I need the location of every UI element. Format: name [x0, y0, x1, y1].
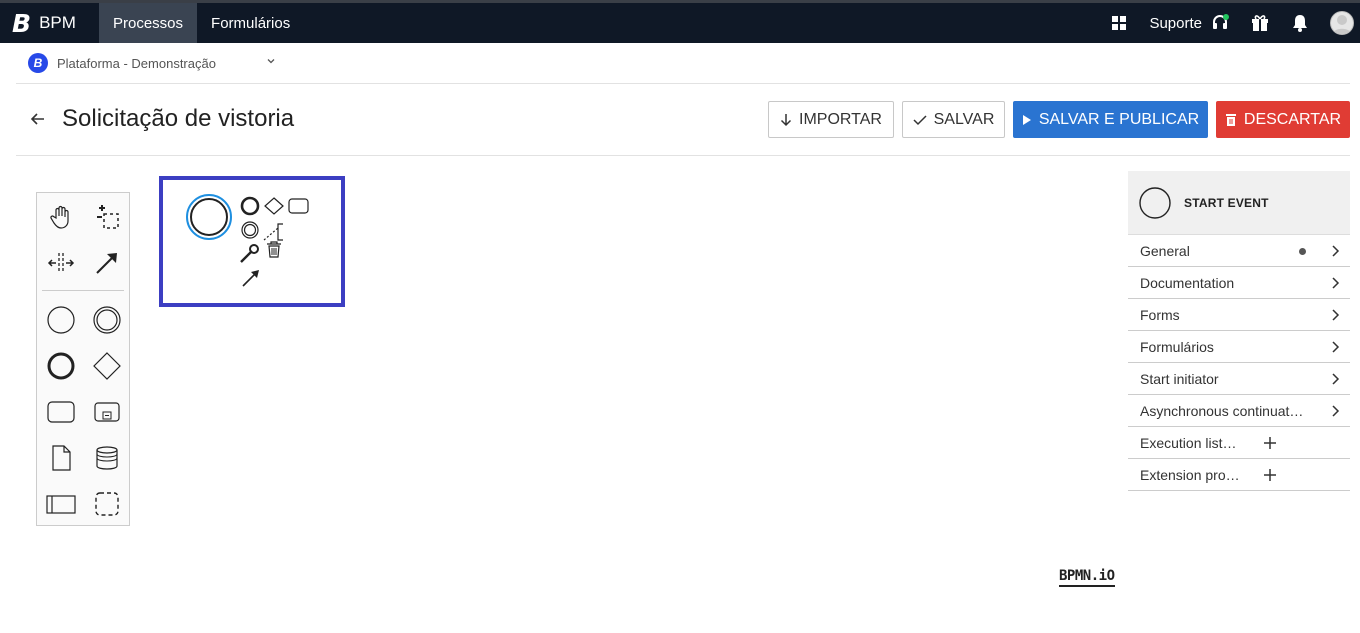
data-indicator-dot: [1299, 248, 1306, 255]
gift-icon[interactable]: [1246, 3, 1274, 43]
context-pad: [186, 194, 309, 287]
end-event-icon[interactable]: [41, 346, 81, 386]
save-label: SALVAR: [933, 110, 995, 128]
palette-separator: [42, 290, 124, 291]
chevron-right-icon: [1332, 309, 1340, 321]
save-button[interactable]: SALVAR: [902, 101, 1005, 138]
group-async-continuations[interactable]: Asynchronous continuat…: [1128, 395, 1350, 427]
brand[interactable]: B BPM: [0, 3, 99, 43]
start-event-icon: [1139, 186, 1171, 219]
group-label: Execution list…: [1140, 434, 1237, 451]
import-button[interactable]: IMPORTAR: [768, 101, 894, 138]
chevron-right-icon: [1332, 373, 1340, 385]
plus-icon[interactable]: [1262, 467, 1278, 483]
group-icon[interactable]: [87, 484, 127, 524]
plus-icon[interactable]: [1262, 435, 1278, 451]
lasso-tool-icon[interactable]: [87, 197, 127, 237]
group-label: Extension pro…: [1140, 466, 1240, 483]
element-type: START EVENT: [1184, 195, 1269, 210]
group-label: Formulários: [1140, 338, 1214, 355]
check-icon: [913, 114, 927, 125]
discard-button[interactable]: DESCARTAR: [1216, 101, 1350, 138]
group-formularios[interactable]: Formulários: [1128, 331, 1350, 363]
group-forms[interactable]: Forms: [1128, 299, 1350, 331]
brand-name: BPM: [39, 13, 76, 32]
start-event-icon[interactable]: [41, 300, 81, 340]
group-documentation[interactable]: Documentation: [1128, 267, 1350, 299]
connect-tool-icon[interactable]: [87, 243, 127, 283]
brand-logo: B: [12, 8, 32, 38]
properties-panel: START EVENT General Documentation Forms …: [1128, 171, 1350, 491]
chevron-right-icon: [1332, 277, 1340, 289]
hand-tool-icon[interactable]: [41, 197, 81, 237]
properties-header: START EVENT: [1128, 171, 1350, 235]
chevron-right-icon: [1332, 341, 1340, 353]
save-publish-label: SALVAR E PUBLICAR: [1038, 110, 1200, 128]
bell-icon[interactable]: [1286, 3, 1314, 43]
group-start-initiator[interactable]: Start initiator: [1128, 363, 1350, 395]
trash-icon: [1225, 114, 1236, 126]
support-link[interactable]: Suporte: [1149, 15, 1202, 32]
chevron-right-icon: [1332, 405, 1340, 417]
page-title: Solicitação de vistoria: [62, 105, 295, 132]
chevron-down-icon[interactable]: [265, 54, 277, 72]
group-label: Documentation: [1140, 274, 1235, 291]
play-icon: [1022, 114, 1031, 125]
platform-logo: B: [28, 53, 48, 73]
pool-icon[interactable]: [41, 484, 81, 524]
discard-label: DESCARTAR: [1243, 110, 1342, 128]
task-icon[interactable]: [41, 392, 81, 432]
nav-formularios[interactable]: Formulários: [197, 3, 304, 43]
import-label: IMPORTAR: [799, 110, 882, 128]
group-label: Asynchronous continuat…: [1140, 402, 1304, 419]
group-general[interactable]: General: [1128, 235, 1350, 267]
back-arrow-icon[interactable]: [28, 109, 48, 129]
arrow-down-icon: [780, 113, 792, 126]
bpmn-palette: [36, 192, 130, 526]
grid-icon[interactable]: [1105, 3, 1133, 43]
data-object-icon[interactable]: [41, 438, 81, 478]
intermediate-event-icon[interactable]: [87, 300, 127, 340]
page-header: Solicitação de vistoria IMPORTAR SALVAR …: [16, 85, 1350, 156]
data-store-icon[interactable]: [87, 438, 127, 478]
chevron-right-icon: [1332, 245, 1340, 257]
platform-selector[interactable]: Plataforma - Demonstração: [57, 56, 265, 71]
group-execution-listeners[interactable]: Execution list…: [1128, 427, 1350, 459]
gateway-icon[interactable]: [87, 346, 127, 386]
group-label: Start initiator: [1140, 370, 1219, 387]
group-extension-properties[interactable]: Extension pro…: [1128, 459, 1350, 491]
group-label: Forms: [1140, 306, 1180, 323]
avatar[interactable]: [1330, 11, 1354, 35]
headset-icon[interactable]: [1206, 3, 1234, 43]
group-label: General: [1140, 242, 1190, 259]
top-right-actions: Suporte: [1099, 3, 1360, 43]
save-publish-button[interactable]: SALVAR E PUBLICAR: [1013, 101, 1208, 138]
nav-processos[interactable]: Processos: [99, 3, 198, 43]
platform-bar: B Plataforma - Demonstração: [16, 43, 1350, 84]
top-navbar: B BPM Processos Formulários Suporte: [0, 0, 1360, 43]
bpmn-io-watermark[interactable]: BPMN.iO: [1059, 567, 1115, 587]
subprocess-icon[interactable]: [87, 392, 127, 432]
selected-start-event-box[interactable]: [159, 176, 345, 307]
space-tool-icon[interactable]: [41, 243, 81, 283]
